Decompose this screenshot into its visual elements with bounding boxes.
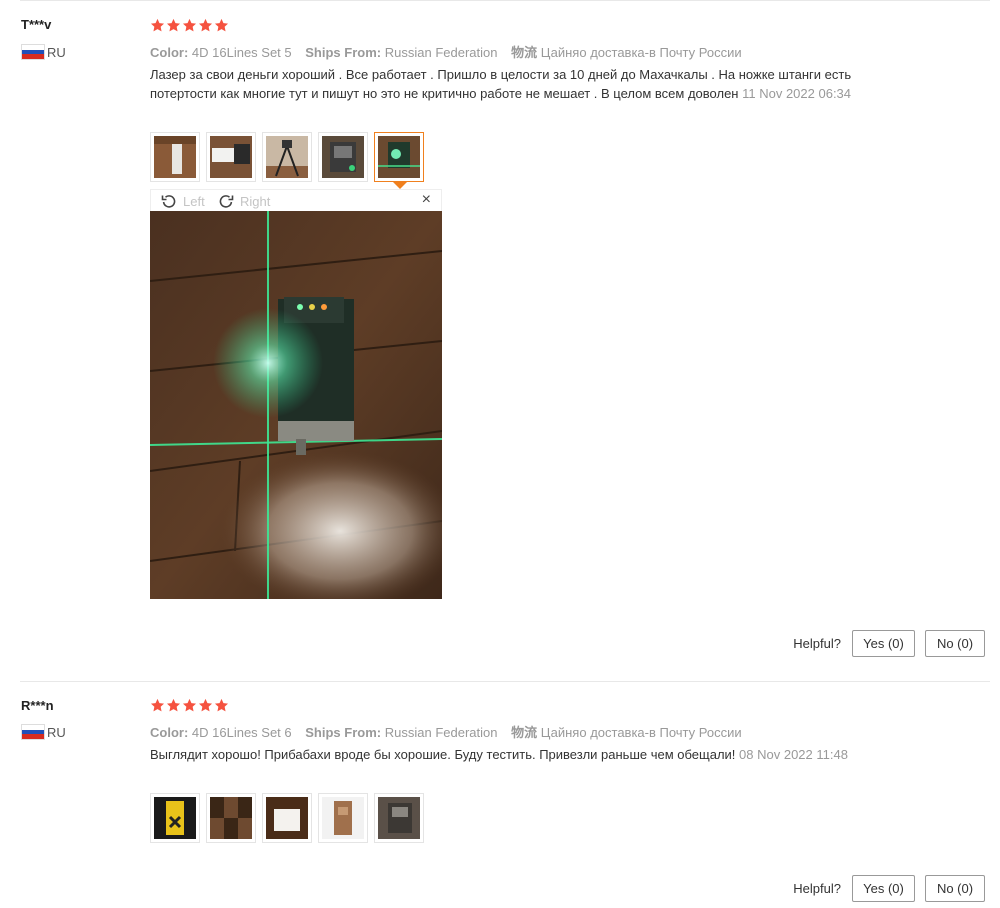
color-value: 4D 16Lines Set 5	[191, 45, 292, 60]
review-meta: Color: 4D 16Lines Set 6 Ships From: Russ…	[150, 722, 742, 741]
rotate-right-button[interactable]: Right	[218, 193, 270, 209]
rotate-left-button[interactable]: Left	[161, 193, 205, 209]
star-icon	[150, 18, 165, 33]
reviewer-name: T***v	[21, 17, 52, 32]
helpful-no-button[interactable]: No (0)	[925, 875, 985, 902]
logistics-label: 物流	[511, 725, 538, 740]
photo-thumbnail[interactable]	[318, 132, 368, 182]
photo-thumbnail[interactable]	[150, 793, 200, 843]
logistics-label: 物流	[511, 45, 538, 60]
logistics-value: Цайняо доставка-в Почту России	[540, 725, 742, 740]
star-icon	[166, 18, 181, 33]
review-card: R***n RU Color: 4D 16Lines Set 6 Ships F…	[0, 682, 1000, 908]
reviewer-country: RU	[21, 44, 66, 60]
ships-from-label: Ships From:	[305, 45, 382, 60]
ships-from-value: Russian Federation	[384, 725, 498, 740]
review-date: 08 Nov 2022 11:48	[739, 747, 848, 762]
photo-thumbnail[interactable]	[150, 132, 200, 182]
viewer-toolbar: Left Right ×	[150, 189, 442, 211]
star-rating	[150, 698, 229, 713]
photo-thumbnails	[150, 793, 424, 843]
photo-thumbnails	[150, 132, 424, 189]
star-icon	[198, 698, 213, 713]
photo-viewer: Left Right ×	[150, 189, 442, 599]
rotate-right-label: Right	[240, 193, 271, 209]
photo-thumbnail[interactable]	[318, 793, 368, 843]
photo-thumbnail[interactable]	[206, 132, 256, 182]
russia-flag-icon	[21, 724, 45, 740]
review-text: Выглядит хорошо! Прибабахи вроде бы хоро…	[150, 746, 870, 765]
helpful-section: Helpful? Yes (0) No (0)	[793, 875, 985, 902]
review-date: 11 Nov 2022 06:34	[742, 85, 852, 101]
color-label: Color:	[150, 45, 189, 60]
close-icon[interactable]: ×	[422, 192, 431, 208]
reviewer-name: R***n	[21, 698, 54, 713]
photo-thumbnail[interactable]	[206, 793, 256, 843]
photo-thumbnail[interactable]	[374, 793, 424, 843]
helpful-no-button[interactable]: No (0)	[925, 630, 985, 657]
review-photo-large	[150, 211, 442, 599]
photo-thumbnail[interactable]	[262, 132, 312, 182]
rotate-left-icon	[161, 195, 176, 208]
photo-thumbnail[interactable]	[262, 793, 312, 843]
helpful-label: Helpful?	[793, 881, 841, 896]
review-card: T***v RU Color: 4D 16Lines Set 5 Ships F…	[0, 0, 1000, 682]
ships-from-value: Russian Federation	[384, 45, 498, 60]
reviewer-country: RU	[21, 724, 66, 740]
star-icon	[198, 18, 213, 33]
rotate-left-label: Left	[183, 193, 205, 209]
helpful-yes-button[interactable]: Yes (0)	[852, 875, 915, 902]
ships-from-label: Ships From:	[305, 725, 382, 740]
color-value: 4D 16Lines Set 6	[191, 725, 292, 740]
star-icon	[182, 18, 197, 33]
russia-flag-icon	[21, 44, 45, 60]
country-code: RU	[47, 44, 66, 60]
review-meta: Color: 4D 16Lines Set 5 Ships From: Russ…	[150, 42, 742, 61]
star-icon	[214, 698, 229, 713]
rotate-right-icon	[219, 195, 234, 208]
helpful-yes-button[interactable]: Yes (0)	[852, 630, 915, 657]
star-icon	[214, 18, 229, 33]
star-icon	[166, 698, 181, 713]
color-label: Color:	[150, 725, 189, 740]
photo-thumbnail-active[interactable]	[374, 132, 424, 189]
country-code: RU	[47, 724, 66, 740]
logistics-value: Цайняо доставка-в Почту России	[540, 45, 742, 60]
review-text: Лазер за свои деньги хороший . Все работ…	[150, 66, 880, 103]
review-body: Выглядит хорошо! Прибабахи вроде бы хоро…	[150, 747, 736, 762]
star-icon	[182, 698, 197, 713]
helpful-label: Helpful?	[793, 636, 841, 651]
star-icon	[150, 698, 165, 713]
helpful-section: Helpful? Yes (0) No (0)	[793, 630, 985, 657]
star-rating	[150, 18, 229, 33]
